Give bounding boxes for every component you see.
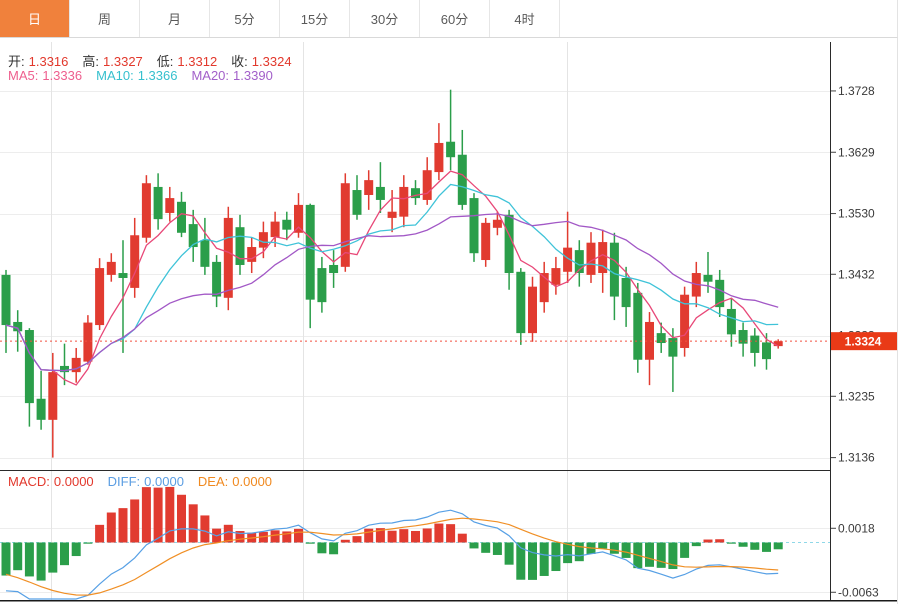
tab-60min[interactable]: 60分 — [420, 0, 490, 37]
macd-value: 0.0000 — [54, 474, 94, 489]
tab-week[interactable]: 周 — [70, 0, 140, 37]
tab-day[interactable]: 日 — [0, 0, 70, 37]
price-axis-label: 1.3629 — [838, 145, 875, 159]
tab-30min[interactable]: 30分 — [350, 0, 420, 37]
tab-5min[interactable]: 5分 — [210, 0, 280, 37]
macd-axis-label: -0.0063 — [838, 585, 879, 599]
ma5-label: MA5: — [8, 68, 38, 83]
macd-axis-label: 0.0018 — [838, 521, 875, 535]
current-price-badge-value: 1.3324 — [845, 335, 882, 349]
price-axis-label: 1.3235 — [838, 389, 875, 403]
tab-15min[interactable]: 15分 — [280, 0, 350, 37]
macd-histogram — [2, 487, 783, 581]
price-axis-label: 1.3432 — [838, 267, 875, 281]
price-axis-label: 1.3728 — [838, 84, 875, 98]
price-axis-label: 1.3136 — [838, 451, 875, 465]
ma-info: MA5: 1.3336 MA10: 1.3366 MA20: 1.3390 — [8, 68, 277, 83]
current-price-badge: 1.3324 — [831, 332, 897, 350]
dea-label: DEA: — [198, 474, 228, 489]
tab-month[interactable]: 月 — [140, 0, 210, 37]
macd-label: MACD: — [8, 474, 50, 489]
ma20-value: 1.3390 — [233, 68, 273, 83]
macd-axis: 0.0018 -0.0063 — [831, 521, 879, 599]
tabbar-filler — [560, 0, 897, 37]
high-label: 高: — [82, 54, 99, 69]
ma20-line — [6, 214, 778, 371]
tab-4hour[interactable]: 4时 — [490, 0, 560, 37]
high-value: 1.3327 — [103, 54, 143, 69]
diff-label: DIFF: — [108, 474, 141, 489]
diff-value: 0.0000 — [144, 474, 184, 489]
low-value: 1.3312 — [177, 54, 217, 69]
price-axis-label: 1.3530 — [838, 207, 875, 221]
price-axis: 1.37281.36291.35301.34321.33331.32351.31… — [831, 84, 875, 465]
macd-info: MACD:0.0000DIFF:0.0000DEA:0.0000 — [8, 474, 276, 489]
timeframe-tabs: 日周月5分15分30分60分4时 — [0, 0, 898, 38]
ma5-value: 1.3336 — [42, 68, 82, 83]
dea-value: 0.0000 — [232, 474, 272, 489]
ma10-value: 1.3366 — [138, 68, 178, 83]
ma20-label: MA20: — [191, 68, 229, 83]
open-value: 1.3316 — [29, 54, 69, 69]
close-value: 1.3324 — [252, 54, 292, 69]
kline-chart-canvas[interactable]: 1.37281.36291.35301.34321.33331.32351.31… — [0, 0, 907, 604]
candlesticks[interactable] — [2, 90, 783, 458]
close-label: 收: — [231, 54, 248, 69]
open-label: 开: — [8, 54, 25, 69]
ma10-label: MA10: — [96, 68, 134, 83]
low-label: 低: — [157, 54, 174, 69]
